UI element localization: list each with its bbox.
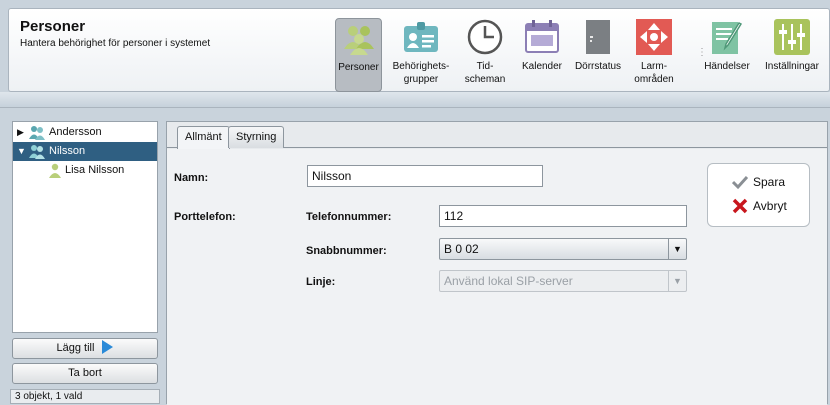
dropdown-arrow-icon: ▼ bbox=[668, 271, 686, 291]
toolbar-larmomraden[interactable]: Larm- områden bbox=[627, 18, 681, 92]
doorphone-label: Porttelefon: bbox=[174, 211, 236, 223]
line-value: Använd lokal SIP-server bbox=[444, 274, 573, 288]
alarm-areas-icon bbox=[636, 19, 672, 55]
line-select: Använd lokal SIP-server ▼ bbox=[439, 270, 687, 292]
id-card-icon bbox=[404, 22, 438, 52]
line-label: Linje: bbox=[306, 276, 336, 288]
toolbar-installningar[interactable]: Inställningar bbox=[757, 18, 827, 92]
notepad-icon bbox=[712, 22, 743, 54]
toolbar-dorrstatus[interactable]: Dörrstatus bbox=[573, 18, 623, 92]
app-header: Personer Hantera behörighet för personer… bbox=[8, 8, 830, 92]
person-tree[interactable]: ▶ Andersson ▼ Nilsson Lisa Nilsson bbox=[12, 121, 158, 333]
check-icon bbox=[732, 175, 748, 190]
tab-content-allmant: Namn: Nilsson Porttelefon: Telefonnummer… bbox=[167, 149, 827, 405]
tree-item-label: Andersson bbox=[49, 126, 102, 138]
name-label: Namn: bbox=[174, 172, 209, 184]
play-arrow-icon bbox=[102, 340, 114, 354]
page-subtitle: Hantera behörighet för personer i system… bbox=[20, 38, 211, 49]
toolbar-kalender[interactable]: Kalender bbox=[517, 18, 567, 92]
name-input[interactable]: Nilsson bbox=[307, 165, 543, 187]
detail-panel: Allmänt Styrning Namn: Nilsson Porttelef… bbox=[166, 121, 828, 405]
tree-item-nilsson[interactable]: ▼ Nilsson bbox=[13, 142, 157, 161]
tab-styrning[interactable]: Styrning bbox=[228, 126, 285, 148]
toolbar-tidscheman[interactable]: Tid- scheman bbox=[461, 18, 509, 92]
tree-item-label: Nilsson bbox=[49, 145, 86, 157]
person-icon bbox=[49, 163, 61, 178]
close-icon bbox=[732, 198, 748, 214]
group-icon bbox=[29, 145, 45, 159]
calendar-icon bbox=[525, 20, 559, 53]
tab-bar: Allmänt Styrning bbox=[167, 122, 827, 149]
speed-dial-label: Snabbnummer: bbox=[306, 245, 387, 257]
toolbar-handelser[interactable]: Händelser bbox=[701, 18, 753, 92]
door-icon bbox=[586, 20, 610, 54]
status-bar: 3 objekt, 1 vald bbox=[10, 389, 160, 404]
speed-dial-value: B 0 02 bbox=[444, 242, 479, 256]
action-box: Spara Avbryt bbox=[707, 163, 810, 227]
sliders-icon bbox=[774, 19, 810, 55]
expand-arrow-icon[interactable]: ▶ bbox=[17, 123, 24, 142]
people-icon bbox=[343, 26, 374, 55]
phone-input[interactable]: 112 bbox=[439, 205, 687, 227]
group-icon bbox=[29, 126, 45, 140]
add-button[interactable]: Lägg till bbox=[12, 338, 158, 359]
tree-item-label: Lisa Nilsson bbox=[65, 164, 125, 176]
clock-icon bbox=[467, 19, 503, 55]
tab-allmant[interactable]: Allmänt bbox=[177, 126, 230, 149]
toolbar-personer[interactable]: Personer bbox=[335, 18, 382, 92]
tree-item-andersson[interactable]: ▶ Andersson bbox=[13, 123, 157, 142]
collapse-arrow-icon[interactable]: ▼ bbox=[17, 142, 26, 161]
remove-button[interactable]: Ta bort bbox=[12, 363, 158, 384]
page-title: Personer bbox=[20, 18, 86, 35]
toolbar-behorighetsgrupper[interactable]: Behörighets- grupper bbox=[389, 18, 453, 92]
phone-label: Telefonnummer: bbox=[306, 211, 392, 223]
tree-item-lisa-nilsson[interactable]: Lisa Nilsson bbox=[13, 161, 157, 180]
header-divider bbox=[0, 92, 830, 108]
speed-dial-select[interactable]: B 0 02 ▼ bbox=[439, 238, 687, 260]
dropdown-arrow-icon[interactable]: ▼ bbox=[668, 239, 686, 259]
